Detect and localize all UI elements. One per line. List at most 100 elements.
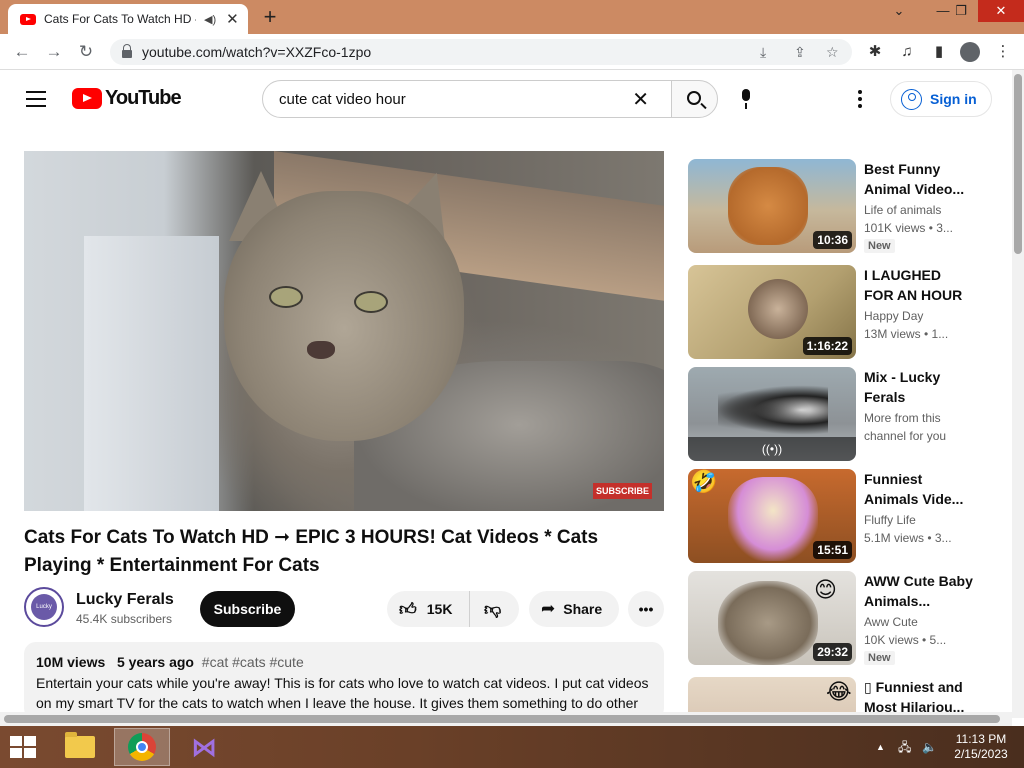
hashtags[interactable]: #cat #cats #cute [202,654,304,670]
chrome-taskbar-button[interactable] [114,728,170,766]
thumbs-down-icon: 👎︎ [484,599,502,619]
recommended-title[interactable]: Mix - Lucky Ferals [864,367,974,407]
reload-icon[interactable]: ↻ [74,40,98,64]
search-query[interactable]: cute cat video hour [279,91,632,108]
youtube-header: YouTube cute cat video hour ✕ Sign in [0,70,1010,128]
recommended-stats: 10K views • 5... [864,633,947,647]
clock-time: 11:13 PM [955,732,1007,746]
microphone-icon[interactable] [740,89,752,111]
recommended-video[interactable]: 1:16:22 I LAUGHED FOR AN HOUR😹... Happy … [688,265,998,359]
settings-more-icon[interactable] [858,90,862,111]
video-thumbnail[interactable]: ((•)) [688,367,856,461]
back-arrow-icon[interactable]: ← [10,40,34,64]
horizontal-scroll-thumb[interactable] [4,715,1000,723]
bookmark-star-icon[interactable]: ☆ [826,39,839,65]
tab-close-button[interactable]: ✕ [226,10,239,28]
recommended-title[interactable]: Best Funny Animal Video... [864,159,974,199]
maximize-button[interactable]: ❐ [944,0,978,22]
speaker-icon[interactable]: ◀) [204,13,216,26]
channel-name[interactable]: Lucky Ferals [76,591,174,609]
extensions-icon[interactable]: ✱ [864,42,886,62]
side-panel-icon[interactable]: ▮ [928,42,950,62]
taskbar: ⋈ ▲ 🖧 🔈 11:13 PM 2/15/2023 [0,726,1024,768]
youtube-logo[interactable]: YouTube [72,87,182,110]
recommended-channel[interactable]: Fluffy Life [864,513,974,527]
more-actions-button[interactable]: ••• [628,591,664,627]
system-clock[interactable]: 11:13 PM 2/15/2023 [946,732,1016,762]
recommended-video[interactable]: 😂 ▯ Funniest and Most Hilariou... [688,677,998,712]
tab-title: Cats For Cats To Watch HD - [44,12,196,26]
smiling-emoji-icon: 😊 [814,577,837,602]
new-tab-button[interactable]: + [256,4,284,30]
profile-avatar-icon[interactable] [960,42,980,62]
recommended-channel[interactable]: Happy Day [864,309,974,323]
volume-icon[interactable]: 🔈 [922,726,937,768]
clear-search-icon[interactable]: ✕ [632,87,649,112]
recommended-video[interactable]: 😊 29:32 AWW Cute Baby Animals... Aww Cut… [688,571,998,665]
description-text: Entertain your cats while you're away! T… [36,675,649,711]
recommended-stats: 13M views • 1... [864,327,949,341]
user-icon [901,88,922,110]
channel-avatar[interactable]: Lucky Ferals [24,587,64,636]
recommended-channel[interactable]: Life of animals [864,203,974,217]
browser-tab-bar: Cats For Cats To Watch HD - ◀) ✕ + ⌄ — ❐… [0,0,1024,34]
upload-age: 5 years ago [116,654,194,670]
browser-tab[interactable]: Cats For Cats To Watch HD - ◀) ✕ [8,4,248,34]
video-frame-cat-eye [269,286,303,308]
tab-search-button[interactable]: ⌄ [882,0,916,22]
subscribe-watermark[interactable]: SUBSCRIBE [592,483,652,499]
recommended-channel[interactable]: Aww Cute [864,615,974,629]
view-count: 10M views [36,654,106,670]
video-thumbnail[interactable]: 🤣 15:51 [688,469,856,563]
sign-in-button[interactable]: Sign in [890,81,992,117]
video-thumbnail[interactable]: 10:36 [688,159,856,253]
search-input[interactable]: cute cat video hour ✕ [262,80,672,118]
recommended-stats: 101K views • 3... [864,221,953,235]
address-bar[interactable]: youtube.com/watch?v=XXZFco-1zpo ⤓ ⇪ ☆ [110,39,852,65]
share-button[interactable]: ➦ Share [529,591,619,627]
folder-icon [65,732,95,758]
media-control-icon[interactable]: ♫ [896,42,918,62]
network-icon[interactable]: 🖧 [898,726,911,768]
like-button[interactable]: 👍︎ 15K [387,591,469,627]
search-icon [687,91,701,105]
horizontal-scrollbar[interactable] [0,712,1012,726]
video-thumbnail[interactable]: 😂 [688,677,856,712]
vertical-scrollbar[interactable] [1012,70,1024,718]
recommended-channel: More from this [864,411,941,425]
video-frame-cat-nose [307,341,335,359]
recommended-stats: 5.1M views • 3... [864,531,952,545]
recommended-title[interactable]: AWW Cute Baby Animals... [864,571,974,611]
video-frame-cat-head [224,191,464,441]
video-thumbnail[interactable]: 1:16:22 [688,265,856,359]
video-player[interactable]: SUBSCRIBE [24,151,664,511]
video-duration: 29:32 [813,643,852,661]
subscribe-button[interactable]: Subscribe [200,591,295,627]
recommended-title[interactable]: Funniest Animals Vide... [864,469,974,509]
vertical-scroll-thumb[interactable] [1014,74,1022,254]
forward-arrow-icon[interactable]: → [42,40,66,64]
recommended-mix[interactable]: ((•)) Mix - Lucky Ferals More from this … [688,367,998,461]
file-explorer-taskbar-button[interactable] [52,728,108,766]
recommended-title[interactable]: I LAUGHED FOR AN HOUR😹... [864,265,974,305]
recommended-video[interactable]: 10:36 Best Funny Animal Video... Life of… [688,159,998,253]
visual-studio-taskbar-button[interactable]: ⋈ [176,728,232,766]
lock-icon[interactable] [122,44,132,58]
hamburger-menu-icon[interactable] [26,91,46,107]
browser-menu-icon[interactable]: ⋮ [992,42,1014,62]
install-icon[interactable]: ⤓ [760,39,766,65]
windows-start-icon[interactable] [10,736,38,758]
search-button[interactable] [671,80,718,118]
video-thumbnail[interactable]: 😊 29:32 [688,571,856,665]
close-window-button[interactable]: ✕ [978,0,1024,22]
recommended-title[interactable]: ▯ Funniest and Most Hilariou... [864,677,974,712]
share-page-icon[interactable]: ⇪ [794,39,806,65]
video-duration: 15:51 [813,541,852,559]
url-text[interactable]: youtube.com/watch?v=XXZFco-1zpo [142,44,371,60]
dislike-button[interactable]: 👎︎ [469,591,519,627]
video-duration: 1:16:22 [802,337,852,355]
laughing-emoji-icon: 🤣 [690,469,718,494]
show-hidden-icons-button[interactable]: ▲ [876,726,885,768]
video-description[interactable]: 10M views 5 years ago #cat #cats #cute E… [24,642,664,720]
recommended-video[interactable]: 🤣 15:51 Funniest Animals Vide... Fluffy … [688,469,998,563]
